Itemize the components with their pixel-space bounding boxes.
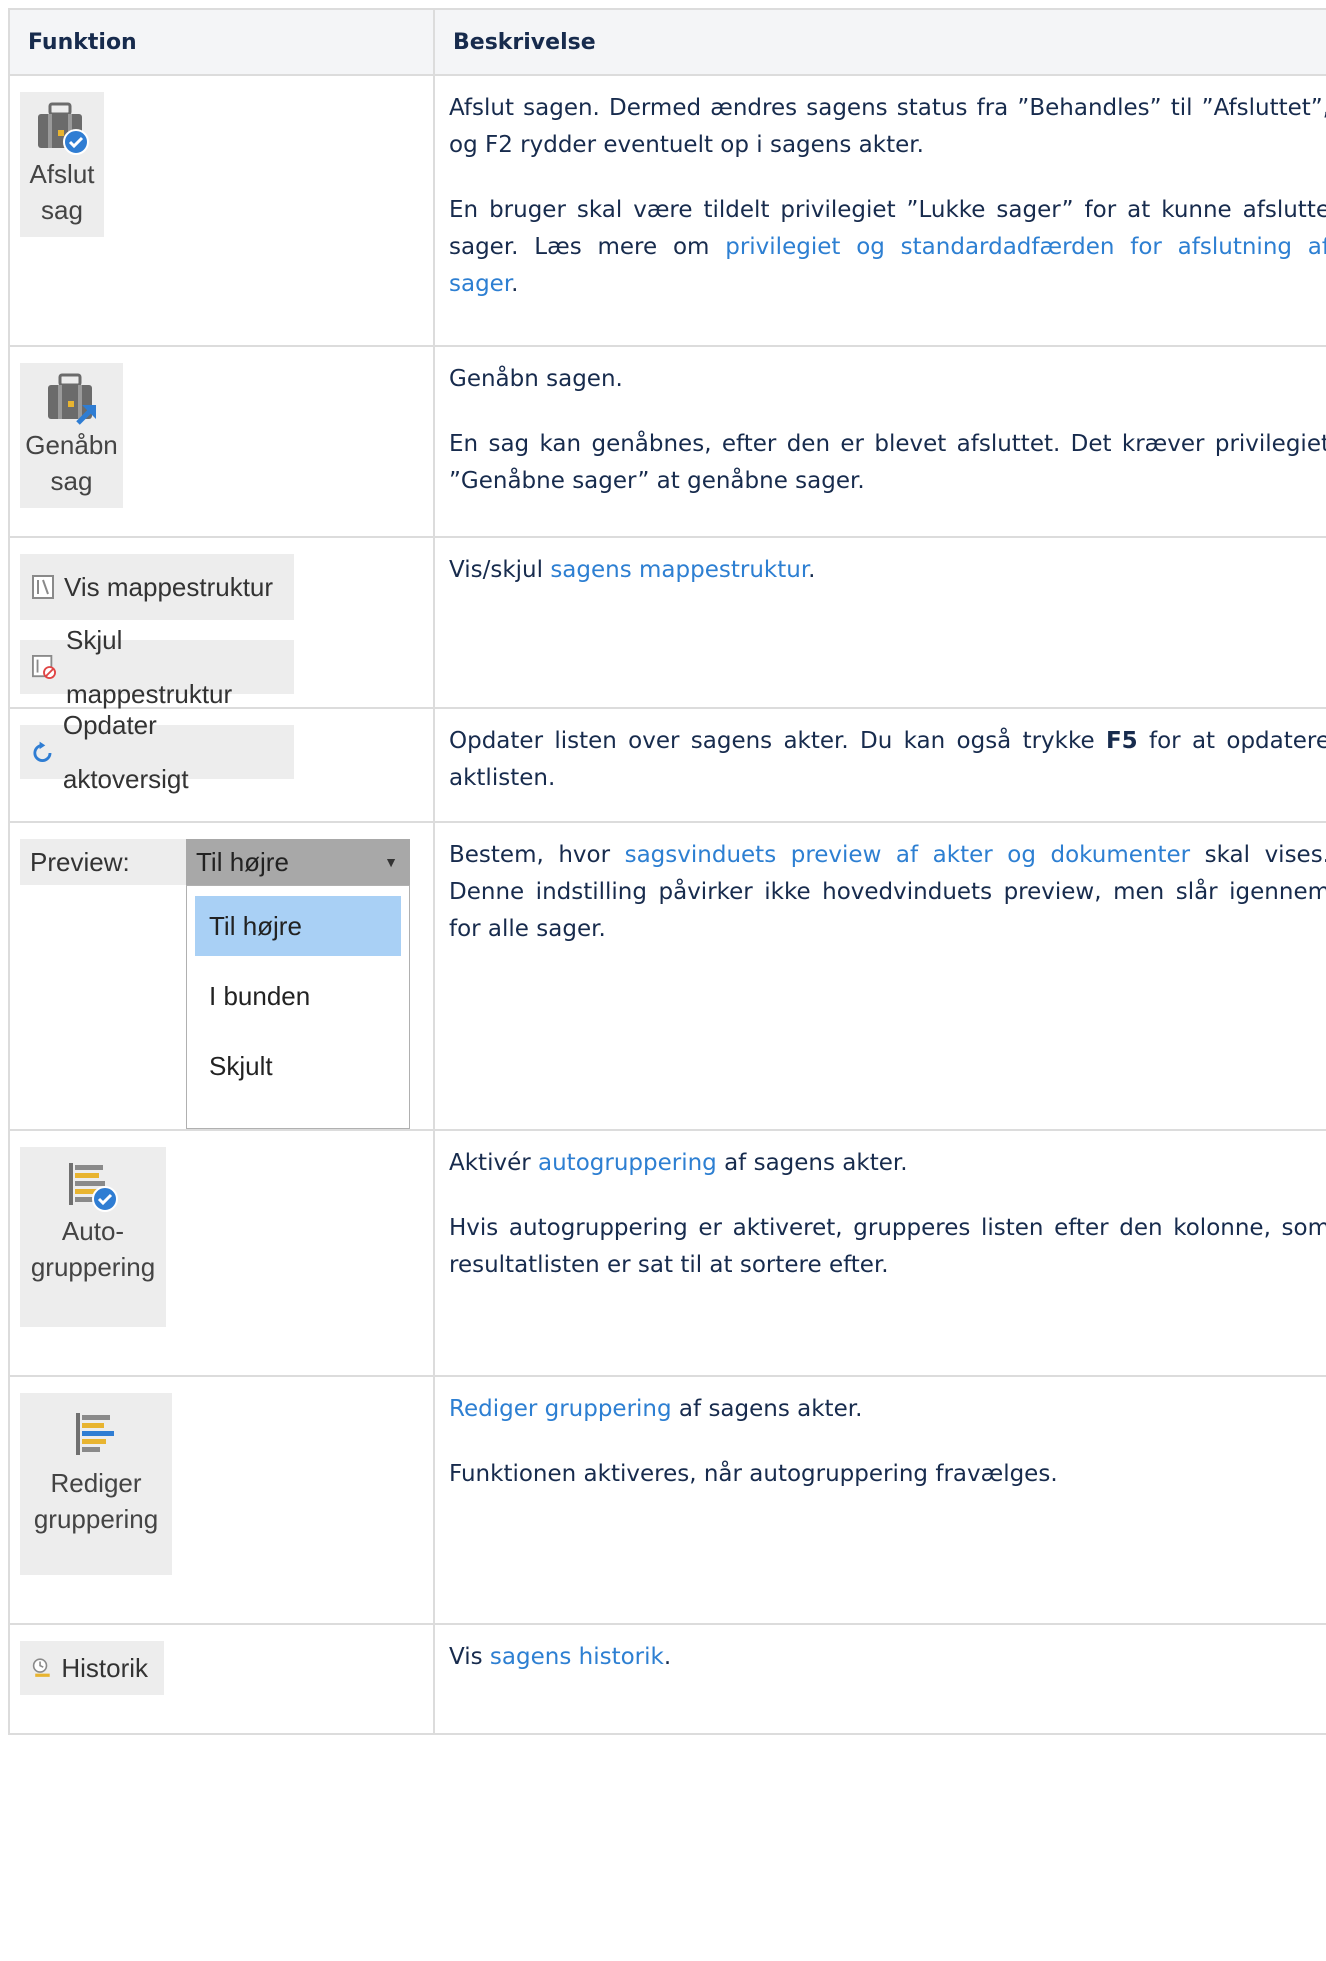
history-button[interactable]: Historik — [20, 1641, 164, 1695]
reopen-case-label-line2: sag — [50, 466, 93, 496]
reopen-case-label-line1: Genåbn — [25, 430, 118, 460]
autogroup-label-line2: gruppering — [30, 1252, 156, 1282]
autogroup-icon — [69, 1163, 118, 1212]
preview-dropdown[interactable]: Til højre ▼ — [186, 839, 410, 885]
dropdown-arrow-icon: ▼ — [384, 854, 398, 870]
column-header-function: Funktion — [8, 8, 435, 76]
reopen-case-button[interactable]: Genåbn sag — [20, 363, 123, 508]
folder-structure-text: Vis/skjul sagens mappestruktur. — [449, 552, 1326, 589]
table-row: Opdater aktoversigt Opdater listen over … — [8, 707, 1326, 823]
autogroup-button[interactable]: Auto- gruppering — [20, 1147, 166, 1327]
autogroup-text-1-end: af sagens akter. — [716, 1150, 908, 1176]
show-folder-structure-button[interactable]: Vis mappestruktur — [20, 554, 294, 620]
refresh-text: Opdater listen over sagens akter. Du kan… — [449, 723, 1326, 797]
preview-setting-screenshot: Preview: Til højre ▼ Til højre I bunden … — [20, 839, 410, 1129]
folder-structure-text-start: Vis/skjul — [449, 557, 551, 583]
history-label: Historik — [61, 1653, 148, 1683]
history-clock-icon — [32, 1658, 50, 1677]
edit-grouping-label-line1: Rediger — [50, 1468, 142, 1498]
table-header-row: Funktion Beskrivelse — [8, 8, 1326, 76]
table-row: Vis mappestruktur Skjul mappestruktur Vi… — [8, 536, 1326, 709]
autogroup-text-2: Hvis autogruppering er aktiveret, gruppe… — [449, 1215, 1326, 1278]
preview-text-start: Bestem, hvor — [449, 842, 625, 868]
edit-grouping-link[interactable]: Rediger gruppering — [449, 1396, 672, 1422]
refresh-description: Opdater listen over sagens akter. Du kan… — [433, 707, 1326, 823]
table-row: Rediger gruppering Rediger gruppering af… — [8, 1375, 1326, 1625]
folder-structure-description: Vis/skjul sagens mappestruktur. — [433, 536, 1326, 709]
refresh-text-start: Opdater listen over sagens akter. Du kan… — [449, 728, 1106, 754]
history-text-end: . — [663, 1644, 672, 1670]
case-window-preview-link[interactable]: sagsvinduets preview af akter og dokumen… — [625, 842, 1190, 868]
preview-label: Preview: — [20, 839, 186, 885]
f5-key: F5 — [1105, 728, 1138, 754]
refresh-overview-button[interactable]: Opdater aktoversigt — [20, 710, 294, 794]
autogroup-text-1: Aktivér autogruppering af sagens akter. — [449, 1145, 1326, 1182]
table-row: Preview: Til højre ▼ Til højre I bunden … — [8, 821, 1326, 1131]
preview-options-list: Til højre I bunden Skjult — [186, 885, 410, 1129]
edit-grouping-icon — [76, 1413, 114, 1455]
hide-folder-structure-button[interactable]: Skjul mappestruktur — [20, 625, 294, 709]
history-description: Vis sagens historik. — [433, 1623, 1326, 1735]
autogroup-label-line1: Auto- — [61, 1216, 125, 1246]
edit-grouping-text-1: Rediger gruppering af sagens akter. — [449, 1391, 1326, 1428]
briefcase-arrow-icon — [47, 373, 96, 425]
table-row: Afslut sag Afslut sagen. Dermed ændres s… — [8, 74, 1326, 347]
reopen-case-text-2: En sag kan genåbnes, efter den er blevet… — [449, 431, 1326, 494]
edit-grouping-text-2: Funktionen aktiveres, når autogruppering… — [449, 1461, 1058, 1487]
preview-option-hidden[interactable]: Skjult — [195, 1036, 401, 1096]
edit-grouping-text-1-end: af sagens akter. — [671, 1396, 863, 1422]
preview-description: Bestem, hvor sagsvinduets preview af akt… — [433, 821, 1326, 1131]
folder-panel-hide-icon — [32, 655, 56, 679]
close-case-label-line2: sag — [41, 195, 83, 225]
autogroup-text-1-start: Aktivér — [449, 1150, 538, 1176]
folder-structure-text-end: . — [808, 557, 816, 583]
close-case-label-line1: Afslut — [29, 159, 95, 189]
folder-structure-link[interactable]: sagens mappestruktur — [550, 557, 808, 583]
show-folder-structure-label: Vis mappestruktur — [64, 572, 274, 602]
preview-option-bottom[interactable]: I bunden — [195, 966, 401, 1026]
autogroup-link[interactable]: autogruppering — [538, 1150, 717, 1176]
edit-grouping-label-line2: gruppering — [33, 1504, 159, 1534]
close-case-text-2-end: . — [511, 271, 519, 297]
reopen-case-description: Genåbn sagen. En sag kan genåbnes, efter… — [433, 345, 1326, 538]
close-case-description: Afslut sagen. Dermed ændres sagens statu… — [433, 74, 1326, 347]
table-row: Auto- gruppering Aktivér autogruppering … — [8, 1129, 1326, 1377]
functions-table: Funktion Beskrivelse Afslut sag Afslut s… — [8, 8, 1326, 1735]
autogroup-description: Aktivér autogruppering af sagens akter. … — [433, 1129, 1326, 1377]
column-header-description: Beskrivelse — [433, 8, 1326, 76]
edit-grouping-description: Rediger gruppering af sagens akter. Funk… — [433, 1375, 1326, 1625]
table-row: Historik Vis sagens historik. — [8, 1623, 1326, 1735]
refresh-overview-label: Opdater aktoversigt — [62, 710, 189, 794]
reopen-case-text-1: Genåbn sagen. — [449, 366, 623, 392]
preview-text: Bestem, hvor sagsvinduets preview af akt… — [449, 837, 1326, 948]
preview-selected-value: Til højre — [196, 847, 289, 877]
close-case-text-2: En bruger skal være tildelt privilegiet … — [449, 192, 1326, 303]
close-case-button[interactable]: Afslut sag — [20, 92, 104, 237]
table-row: Genåbn sag Genåbn sagen. En sag kan genå… — [8, 345, 1326, 538]
edit-grouping-button[interactable]: Rediger gruppering — [20, 1393, 172, 1575]
case-history-link[interactable]: sagens historik — [490, 1644, 664, 1670]
briefcase-check-icon — [38, 102, 89, 155]
preview-option-right[interactable]: Til højre — [195, 896, 401, 956]
close-case-text-1: Afslut sagen. Dermed ændres sagens statu… — [449, 95, 1326, 158]
folder-panel-icon — [32, 575, 54, 599]
history-text: Vis sagens historik. — [449, 1639, 1326, 1676]
history-text-start: Vis — [449, 1644, 490, 1670]
refresh-icon — [33, 741, 52, 762]
